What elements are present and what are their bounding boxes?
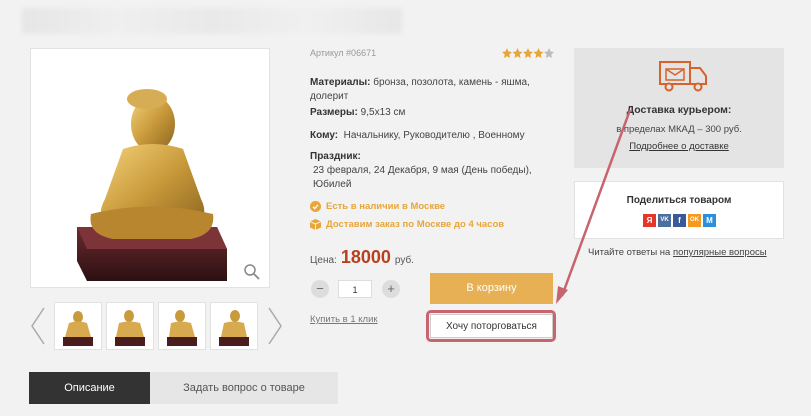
share-title: Поделиться товаром [626,195,732,206]
delivery-note: Доставим заказ по Москве до 4 часов [310,219,504,230]
price-value: 18000 [340,247,391,267]
thumbnail-4[interactable] [210,302,258,350]
rating-stars-icon [502,48,554,58]
rating-stars [502,46,554,64]
quantity-increase-button[interactable]: + [382,280,400,298]
holiday-line-2: Юбилей [313,179,352,190]
delivery-box: Доставка курьером: в пределах МКАД – 300… [574,48,784,168]
delivery-title: Доставка курьером: [626,104,732,116]
yandex-share-icon[interactable]: Я [643,214,656,227]
haggle-button-highlight [426,310,556,342]
delivery-note-text: Доставим заказ по Москве до 4 часов [326,219,505,230]
facebook-share-icon[interactable]: f [673,214,686,227]
check-circle-icon [310,201,321,212]
recipient: Кому: Начальнику, Руководителю , Военном… [310,129,525,143]
odnoklassniki-share-icon[interactable]: OK [688,214,701,227]
mymail-share-icon[interactable]: M [703,214,716,227]
share-buttons: Я VK f OK M [643,214,716,227]
delivery-text: в пределах МКАД – 300 руб. [616,124,742,135]
tab-ask-question[interactable]: Задать вопрос о товаре [150,372,338,404]
materials: Материалы: бронза, позолота, камень - яш… [310,76,560,104]
recipient-value: Начальнику, Руководителю , Военному [343,130,525,141]
faq-line: Читайте ответы на популярные вопросы [588,247,767,258]
quantity-input[interactable]: 1 [338,280,372,298]
faq-prefix: Читайте ответы на [588,247,671,258]
faq-link[interactable]: популярные вопросы [673,247,767,258]
thumbnail-1[interactable] [54,302,102,350]
materials-value-2: долерит [310,91,349,102]
materials-value: бронза, позолота, камень - яшма, [373,77,530,88]
delivery-details-link[interactable]: Подробнее о доставке [574,141,784,152]
zoom-icon[interactable] [243,263,261,281]
size: Размеры: 9,5x13 см [310,106,405,120]
price-label: Цена: [310,255,337,266]
statuette-image [77,89,227,281]
recipient-label: Кому: [310,130,339,141]
holiday-line-1: 23 февраля, 24 Декабря, 9 мая (День побе… [313,165,532,176]
page-title-blurred [22,8,402,34]
price-block: Цена: 18000 руб. [310,247,414,268]
buy-one-click-link[interactable]: Купить в 1 клик [310,314,378,325]
in-stock: Есть в наличии в Москве [310,201,445,212]
thumbnail-3[interactable] [158,302,206,350]
thumbnail-image [167,310,197,346]
price-currency: руб. [394,255,414,266]
tab-description[interactable]: Описание [29,372,150,404]
thumbnails-next-icon[interactable] [265,306,285,346]
box-icon [310,219,321,230]
share-box: Поделиться товаром Я VK f OK M [574,181,784,239]
materials-label: Материалы: [310,77,371,88]
size-label: Размеры: [310,107,358,118]
article-number: Артикул #06671 [310,48,377,58]
main-product-image[interactable] [30,48,270,288]
holiday-label: Праздник: [310,151,361,162]
holiday: Праздник: 23 февраля, 24 Декабря, 9 мая … [310,150,560,192]
quantity-decrease-button[interactable]: − [311,280,329,298]
in-stock-text: Есть в наличии в Москве [326,201,446,212]
thumbnail-2[interactable] [106,302,154,350]
delivery-truck-icon [659,61,707,92]
thumbnails-prev-icon[interactable] [28,306,48,346]
thumbnail-image [115,310,145,346]
size-value: 9,5x13 см [360,107,406,118]
thumbnail-image [219,310,249,346]
vk-share-icon[interactable]: VK [658,214,671,227]
add-to-cart-button[interactable]: В корзину [430,273,553,304]
thumbnail-image [63,311,93,346]
